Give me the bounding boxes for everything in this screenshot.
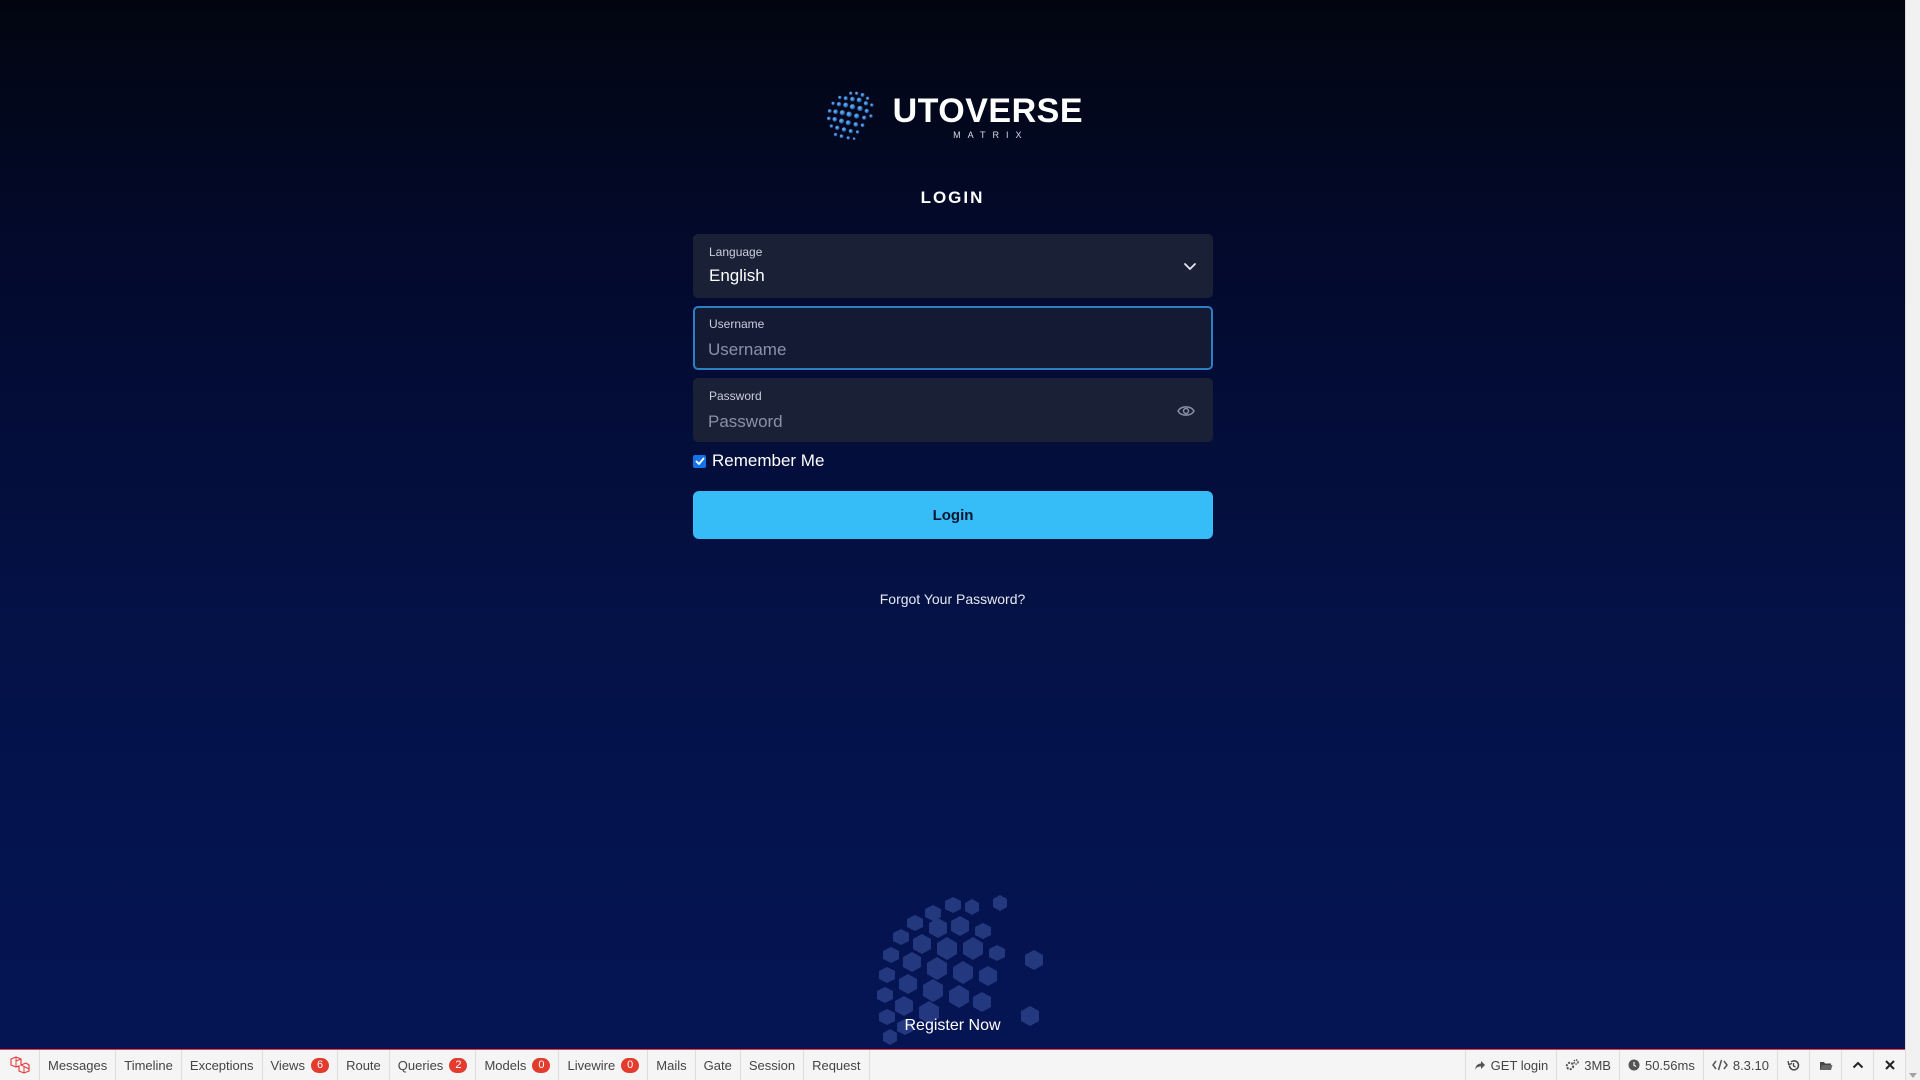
debug-tab-views[interactable]: Views 6	[263, 1050, 339, 1080]
count-badge: 0	[532, 1057, 551, 1073]
debug-memory: 3MB	[1556, 1050, 1619, 1080]
debug-tab-label: Exceptions	[189, 1057, 254, 1073]
cogs-icon	[1566, 1059, 1580, 1071]
eye-icon[interactable]	[1177, 404, 1195, 418]
debug-request: GET login	[1464, 1050, 1557, 1080]
chevron-up-icon[interactable]	[1841, 1050, 1873, 1080]
brand-tagline: MATRIX	[953, 129, 1029, 140]
share-icon	[1474, 1060, 1485, 1070]
username-input[interactable]	[708, 338, 1148, 362]
debug-tab-label: Messages	[48, 1057, 108, 1073]
debug-time: 50.56ms	[1618, 1050, 1703, 1080]
debug-tab-label: Views	[270, 1057, 305, 1073]
debug-time-value: 50.56ms	[1644, 1057, 1695, 1073]
debug-tab-messages[interactable]: Messages	[40, 1050, 117, 1080]
close-icon[interactable]	[1873, 1050, 1905, 1080]
debug-tab-label: Gate	[703, 1057, 732, 1073]
brand-name: UTOVERSE	[892, 91, 1083, 130]
login-button[interactable]: Login	[693, 491, 1213, 539]
debug-memory-value: 3MB	[1584, 1057, 1611, 1073]
debug-tab-label: Route	[346, 1057, 381, 1073]
page-title: LOGIN	[920, 188, 985, 207]
password-input[interactable]	[708, 410, 1148, 434]
count-badge: 2	[449, 1057, 468, 1073]
chevron-down-icon	[1184, 263, 1196, 271]
debug-tab-label: Mails	[656, 1057, 687, 1073]
globe-logo-icon	[827, 91, 874, 141]
checkmark-icon	[694, 457, 705, 465]
password-label: Password	[709, 389, 762, 403]
remember-label[interactable]: Remember Me	[712, 451, 824, 471]
debug-tab-livewire[interactable]: Livewire 0	[559, 1050, 649, 1080]
forgot-password-link[interactable]: Forgot Your Password?	[880, 591, 1026, 607]
page-scrollbar[interactable]	[1905, 0, 1920, 1080]
debug-tab-label: Queries	[397, 1057, 444, 1073]
remember-me: Remember Me	[693, 450, 1213, 472]
debug-tab-models[interactable]: Models 0	[476, 1050, 560, 1080]
language-value: English	[709, 266, 765, 285]
forgot-password-row: Forgot Your Password?	[0, 591, 1905, 607]
history-icon[interactable]	[1777, 1050, 1809, 1080]
debug-tab-label: Request	[812, 1057, 861, 1073]
debug-tab-label: Livewire	[567, 1057, 616, 1073]
debug-request-value: GET login	[1490, 1057, 1549, 1073]
debug-tab-timeline[interactable]: Timeline	[116, 1050, 182, 1080]
language-select[interactable]: Language English	[693, 234, 1213, 298]
debug-tab-mails[interactable]: Mails	[648, 1050, 696, 1080]
debug-php-version: 8.3.10	[1702, 1050, 1777, 1080]
debug-tab-label: Timeline	[124, 1057, 173, 1073]
clock-icon	[1628, 1059, 1640, 1071]
login-form: Language English Username Password Remem…	[693, 234, 1213, 539]
count-badge: 6	[310, 1057, 330, 1073]
debug-tab-exceptions[interactable]: Exceptions	[182, 1050, 263, 1080]
debug-tab-label: Session	[748, 1057, 796, 1073]
register-link[interactable]: Register Now	[904, 1017, 1000, 1034]
count-badge: 0	[621, 1057, 640, 1073]
register-row: Register Now	[0, 1017, 1905, 1035]
scroll-down-arrow-icon[interactable]	[1909, 1073, 1917, 1078]
debug-tab-route[interactable]: Route	[338, 1050, 390, 1080]
debug-bar: Messages Timeline Exceptions Views 6 Rout…	[0, 1049, 1905, 1080]
folder-icon[interactable]	[1809, 1050, 1841, 1080]
username-field[interactable]: Username	[693, 306, 1213, 370]
brand-logo: UTOVERSE MATRIX	[823, 80, 1083, 152]
debug-tab-queries[interactable]: Queries 2	[390, 1050, 477, 1080]
debug-tab-session[interactable]: Session	[741, 1050, 805, 1080]
debug-tab-request[interactable]: Request	[804, 1050, 870, 1080]
debug-tab-gate[interactable]: Gate	[696, 1050, 741, 1080]
debug-bar-status: GET login 3MB 50.56ms 8.3.10	[1464, 1050, 1905, 1080]
laravel-icon[interactable]	[0, 1050, 40, 1080]
debug-php-version-value: 8.3.10	[1732, 1057, 1769, 1073]
username-label: Username	[709, 317, 765, 331]
code-icon	[1711, 1059, 1728, 1071]
debug-tab-label: Models	[484, 1057, 527, 1073]
language-label: Language	[709, 245, 763, 259]
remember-checkbox[interactable]	[693, 454, 706, 468]
password-field[interactable]: Password	[693, 378, 1213, 442]
